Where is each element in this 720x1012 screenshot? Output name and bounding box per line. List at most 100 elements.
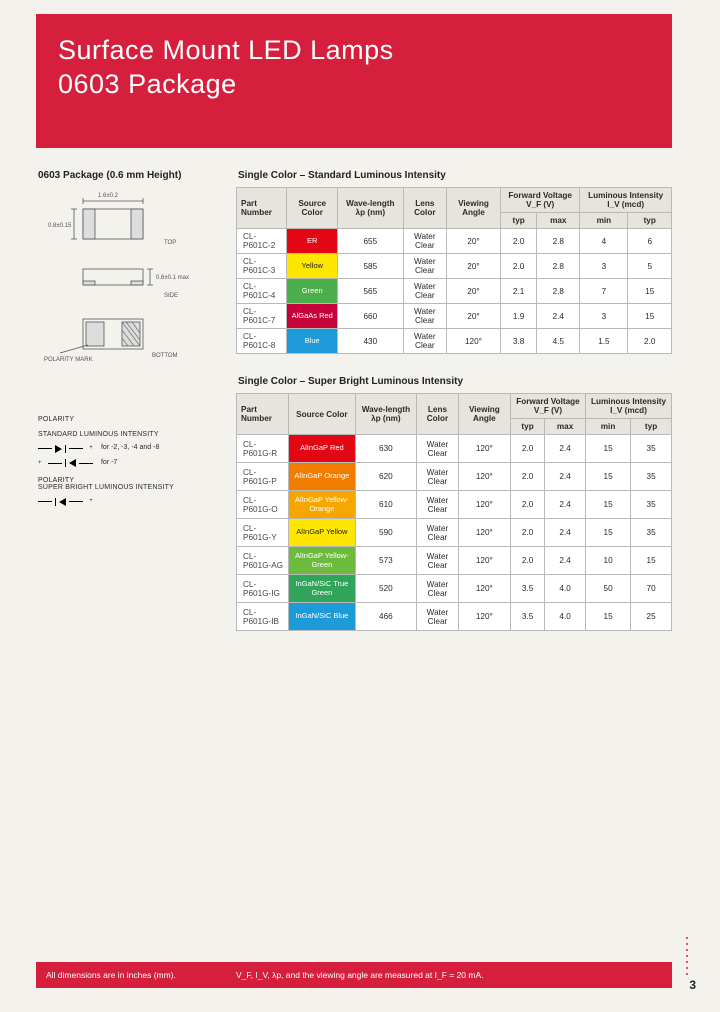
cell-vf-max: 2.4 <box>545 547 586 575</box>
cell-vf-typ: 2.0 <box>501 254 537 279</box>
col-source: Source Color <box>287 188 337 229</box>
table-row: CL-P601C-3Yellow585Water Clear20°2.02.83… <box>237 254 672 279</box>
std-intensity-table: Part Number Source Color Wave-length λp … <box>236 187 672 354</box>
table-row: CL-P601G-RAlInGaP Red630Water Clear120°2… <box>237 435 672 463</box>
cell-vf-max: 2.8 <box>537 229 580 254</box>
cell-iv-min: 15 <box>586 491 631 519</box>
cell-part: CL-P601G-IB <box>237 603 289 631</box>
cell-iv-min: 3 <box>580 254 628 279</box>
cell-iv-min: 3 <box>580 304 628 329</box>
table-row: CL-P601G-YAlInGaP Yellow590Water Clear12… <box>237 519 672 547</box>
cell-vf-max: 2.4 <box>545 463 586 491</box>
cell-wavelength: 585 <box>337 254 403 279</box>
polarity-std-label: STANDARD LUMINOUS INTENSITY <box>38 431 218 438</box>
cell-vf-typ: 2.0 <box>510 547 544 575</box>
col-lens: Lens Color <box>403 188 446 229</box>
cell-wavelength: 590 <box>355 519 417 547</box>
cell-lens: Water Clear <box>417 603 459 631</box>
cell-vf-max: 4.5 <box>537 329 580 354</box>
cell-iv-typ: 6 <box>628 229 672 254</box>
cell-vf-typ: 1.9 <box>501 304 537 329</box>
cell-vf-max: 2.8 <box>537 254 580 279</box>
cell-source-color: AlInGaP Yellow <box>289 519 355 547</box>
cell-iv-min: 1.5 <box>580 329 628 354</box>
cell-source-color: ER <box>287 229 337 254</box>
cell-part: CL-P601G-P <box>237 463 289 491</box>
cell-angle: 20° <box>446 304 500 329</box>
cell-lens: Water Clear <box>417 575 459 603</box>
cell-source-color: Green <box>287 279 337 304</box>
col-vf-max: max <box>537 213 580 229</box>
cell-iv-typ: 2.0 <box>628 329 672 354</box>
polarity-mark-label: POLARITY MARK <box>44 357 93 363</box>
sb-intensity-table: Part Number Source Color Wave-length λp … <box>236 393 672 631</box>
cell-iv-typ: 25 <box>631 603 672 631</box>
cell-source-color: Blue <box>287 329 337 354</box>
cell-iv-min: 10 <box>586 547 631 575</box>
polarity-heading: POLARITY <box>38 416 218 423</box>
cell-source-color: InGaN/SiC Blue <box>289 603 355 631</box>
cell-vf-max: 2.4 <box>545 435 586 463</box>
footnote-1: All dimensions are in inches (mm). <box>46 970 236 980</box>
col-iv-min: min <box>580 213 628 229</box>
cell-part: CL-P601C-3 <box>237 254 287 279</box>
title-banner: Surface Mount LED Lamps 0603 Package <box>36 14 672 148</box>
cell-wavelength: 565 <box>337 279 403 304</box>
cell-iv-min: 15 <box>586 603 631 631</box>
cell-vf-max: 2.4 <box>545 491 586 519</box>
cell-angle: 120° <box>458 575 510 603</box>
cell-angle: 120° <box>446 329 500 354</box>
cell-lens: Water Clear <box>417 547 459 575</box>
cell-part: CL-P601C-8 <box>237 329 287 354</box>
side-label: SIDE <box>164 293 178 299</box>
cell-vf-typ: 2.0 <box>510 519 544 547</box>
std-table-title: Single Color – Standard Luminous Intensi… <box>238 170 672 181</box>
cell-angle: 120° <box>458 463 510 491</box>
cell-lens: Water Clear <box>417 491 459 519</box>
cell-part: CL-P601C-2 <box>237 229 287 254</box>
package-heading: 0603 Package (0.6 mm Height) <box>38 170 218 181</box>
table-row: CL-P601C-4Green565Water Clear20°2.12.871… <box>237 279 672 304</box>
cell-vf-max: 2.4 <box>537 304 580 329</box>
cell-iv-typ: 35 <box>631 463 672 491</box>
cell-vf-typ: 2.0 <box>501 229 537 254</box>
cell-iv-typ: 5 <box>628 254 672 279</box>
cell-part: CL-P601G-Y <box>237 519 289 547</box>
cell-wavelength: 620 <box>355 463 417 491</box>
page-dots-icon <box>684 936 690 976</box>
cell-source-color: AlInGaP Yellow-Orange <box>289 491 355 519</box>
cell-iv-typ: 35 <box>631 491 672 519</box>
table-row: CL-P601C-2ER655Water Clear20°2.02.846 <box>237 229 672 254</box>
cell-angle: 20° <box>446 279 500 304</box>
table-row: CL-P601C-8Blue430Water Clear120°3.84.51.… <box>237 329 672 354</box>
footer-bar: All dimensions are in inches (mm). V_F, … <box>36 962 672 988</box>
cell-wavelength: 610 <box>355 491 417 519</box>
cell-wavelength: 520 <box>355 575 417 603</box>
table-row: CL-P601C-7AlGaAs Red660Water Clear20°1.9… <box>237 304 672 329</box>
cell-iv-min: 15 <box>586 435 631 463</box>
cell-wavelength: 466 <box>355 603 417 631</box>
col-angle: Viewing Angle <box>446 188 500 229</box>
page-number: 3 <box>689 978 696 992</box>
cell-part: CL-P601G-R <box>237 435 289 463</box>
cell-wavelength: 630 <box>355 435 417 463</box>
cell-angle: 120° <box>458 519 510 547</box>
polarity-section: POLARITY STANDARD LUMINOUS INTENSITY + f… <box>38 416 218 506</box>
cell-wavelength: 573 <box>355 547 417 575</box>
package-diagram: 1.6±0.2 0.8±0.15 TOP 0.6±0.1 max SIDE PO… <box>38 189 208 399</box>
diode-symbol-2: + for -7 <box>38 457 218 468</box>
cell-part: CL-P601G-IG <box>237 575 289 603</box>
cell-vf-typ: 2.1 <box>501 279 537 304</box>
cell-part: CL-P601G-AG <box>237 547 289 575</box>
cell-source-color: InGaN/SiC True Green <box>289 575 355 603</box>
cell-iv-min: 15 <box>586 519 631 547</box>
cell-wavelength: 430 <box>337 329 403 354</box>
cell-vf-max: 2.4 <box>545 519 586 547</box>
cell-lens: Water Clear <box>417 463 459 491</box>
table-row: CL-P601G-AGAlInGaP Yellow-Green573Water … <box>237 547 672 575</box>
col-iv: Luminous Intensity I_V (mcd) <box>580 188 672 213</box>
cell-iv-typ: 35 <box>631 435 672 463</box>
cell-lens: Water Clear <box>417 519 459 547</box>
cell-lens: Water Clear <box>417 435 459 463</box>
cell-vf-max: 4.0 <box>545 575 586 603</box>
